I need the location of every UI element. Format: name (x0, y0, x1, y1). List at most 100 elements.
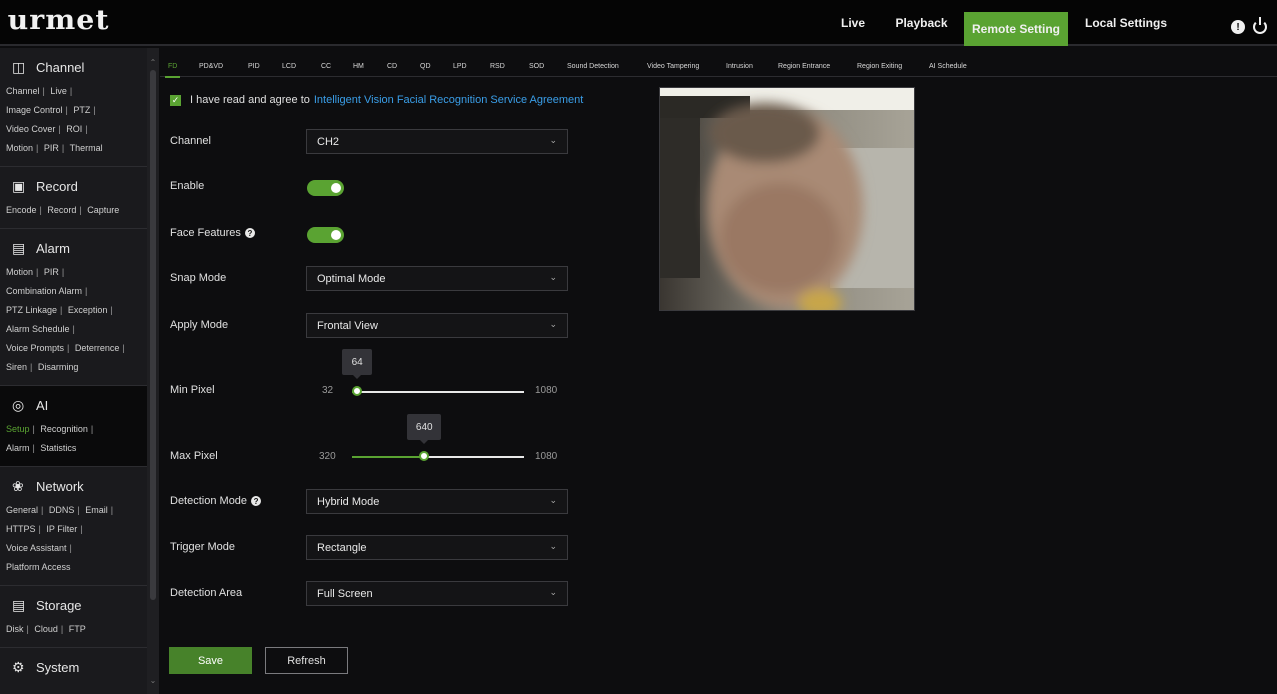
sidebar-link-live[interactable]: Live (50, 86, 67, 96)
sidebar-link-ddns[interactable]: DDNS (49, 505, 75, 515)
agreement-row: ✓ I have read and agree to Intelligent V… (170, 94, 583, 106)
sidebar-link-alarm[interactable]: Alarm (6, 443, 30, 453)
tab-intrusion[interactable]: Intrusion (726, 57, 753, 75)
chevron-up-icon[interactable]: ⌃ (148, 58, 158, 68)
tab-qd[interactable]: QD (420, 57, 431, 75)
snap-mode-select-value: Optimal Mode (317, 272, 386, 285)
camera-preview[interactable] (659, 87, 915, 311)
sidebar-heading-system[interactable]: ⚙ System (0, 654, 147, 680)
min-pixel-max: 1080 (535, 385, 558, 396)
tab-fd[interactable]: FD (168, 57, 177, 75)
sidebar-heading-channel[interactable]: ◫ Channel (0, 54, 147, 80)
sidebar-link-ptz-linkage[interactable]: PTZ Linkage (6, 305, 57, 315)
network-links: General | DDNS | Email | HTTPS | IP Filter | … (6, 505, 114, 572)
sidebar-link-alarm-schedule[interactable]: Alarm Schedule (6, 324, 70, 334)
nav-local-settings[interactable]: Local Settings (1078, 0, 1174, 46)
max-pixel-fill (352, 456, 425, 458)
channel-label: Channel (170, 135, 211, 147)
channel-select[interactable]: CH2 ⌄ (306, 129, 568, 154)
sidebar-link-setup[interactable]: Setup (6, 424, 30, 434)
sidebar-link-email[interactable]: Email (85, 505, 108, 515)
sidebar-link-encode[interactable]: Encode (6, 205, 37, 215)
sidebar-link-exception[interactable]: Exception (68, 305, 108, 315)
sidebar-link-roi[interactable]: ROI (66, 124, 82, 134)
enable-label: Enable (170, 180, 205, 192)
tab-region-exiting[interactable]: Region Exiting (857, 57, 902, 75)
help-icon[interactable]: ? (244, 228, 255, 238)
min-pixel-thumb[interactable] (352, 386, 363, 396)
tab-rsd[interactable]: RSD (490, 57, 505, 75)
sidebar-section-system: ⚙ System (0, 648, 147, 688)
tab-hm[interactable]: HM (353, 57, 364, 75)
min-pixel-track[interactable] (352, 391, 524, 393)
nav-remote-setting[interactable]: Remote Setting (964, 12, 1068, 46)
sidebar-heading-record[interactable]: ▣ Record (0, 173, 147, 199)
sidebar-link-deterrence[interactable]: Deterrence (75, 343, 120, 353)
tab-region-entrance[interactable]: Region Entrance (778, 57, 830, 75)
sidebar-heading-storage[interactable]: ▤ Storage (0, 592, 147, 618)
sidebar-link-motion[interactable]: Motion (6, 267, 33, 277)
face-features-toggle[interactable] (307, 227, 344, 243)
sidebar-link-image-control[interactable]: Image Control (6, 105, 63, 115)
detection-mode-select[interactable]: Hybrid Mode ⌄ (306, 489, 568, 514)
sidebar-link-ftp[interactable]: FTP (69, 624, 86, 634)
sidebar-heading-network[interactable]: ❀ Network (0, 473, 147, 499)
detection-area-select[interactable]: Full Screen ⌄ (306, 581, 568, 606)
sidebar-link-siren[interactable]: Siren (6, 362, 27, 372)
apply-mode-select[interactable]: Frontal View ⌄ (306, 313, 568, 338)
detection-area-label: Detection Area (170, 587, 243, 599)
save-button[interactable]: Save (169, 647, 252, 674)
sidebar-link-recognition[interactable]: Recognition (40, 424, 88, 434)
tab-sound-detection[interactable]: Sound Detection (567, 57, 619, 75)
sidebar-link-combination-alarm[interactable]: Combination Alarm (6, 286, 82, 296)
sidebar-link-voice-prompts[interactable]: Voice Prompts (6, 343, 64, 353)
sidebar-link-thermal[interactable]: Thermal (70, 143, 103, 153)
tab-lpd[interactable]: LPD (453, 57, 467, 75)
tab-cc[interactable]: CC (321, 57, 331, 75)
sidebar-link-general[interactable]: General (6, 505, 38, 515)
enable-toggle[interactable] (307, 180, 344, 196)
sidebar-heading-alarm[interactable]: ▤ Alarm (0, 235, 147, 261)
sidebar-link-channel[interactable]: Channel (6, 86, 40, 96)
network-icon: ❀ (12, 477, 24, 494)
chevron-down-icon[interactable]: ⌄ (148, 676, 158, 686)
tab-lcd[interactable]: LCD (282, 57, 296, 75)
sidebar-link-statistics[interactable]: Statistics (40, 443, 76, 453)
sidebar-link-record[interactable]: Record (47, 205, 76, 215)
nav-playback[interactable]: Playback (889, 0, 954, 46)
trigger-mode-select[interactable]: Rectangle ⌄ (306, 535, 568, 560)
sidebar-link-cloud[interactable]: Cloud (34, 624, 58, 634)
refresh-button[interactable]: Refresh (265, 647, 348, 674)
agreement-checkbox[interactable]: ✓ (170, 94, 181, 106)
sidebar-link-platform-access[interactable]: Platform Access (6, 562, 71, 572)
tab-cd[interactable]: CD (387, 57, 397, 75)
camera-preview-image (660, 88, 914, 310)
snap-mode-select[interactable]: Optimal Mode ⌄ (306, 266, 568, 291)
sidebar-link-ptz[interactable]: PTZ (73, 105, 90, 115)
sidebar-link-voice-assistant[interactable]: Voice Assistant (6, 543, 67, 553)
tab-sod[interactable]: SOD (529, 57, 544, 75)
max-pixel-thumb[interactable] (419, 451, 430, 461)
sidebar-link-https[interactable]: HTTPS (6, 524, 36, 534)
agreement-link[interactable]: Intelligent Vision Facial Recognition Se… (314, 94, 583, 106)
tab-pd-vd[interactable]: PD&VD (199, 57, 223, 75)
help-icon[interactable]: ? (251, 496, 262, 506)
sidebar-link-disarming[interactable]: Disarming (38, 362, 79, 372)
sidebar-heading-ai[interactable]: ◎ AI (0, 392, 147, 418)
snap-mode-label: Snap Mode (170, 272, 227, 284)
tab-video-tampering[interactable]: Video Tampering (647, 57, 699, 75)
sidebar-link-ip-filter[interactable]: IP Filter (46, 524, 77, 534)
max-pixel-label: Max Pixel (170, 450, 218, 462)
sidebar-link-motion[interactable]: Motion (6, 143, 33, 153)
sidebar-section-network: ❀ Network General | DDNS | Email | HTTPS | I… (0, 467, 147, 586)
nav-live[interactable]: Live (832, 0, 874, 46)
tab-pid[interactable]: PID (248, 57, 260, 75)
sidebar-link-disk[interactable]: Disk (6, 624, 24, 634)
sidebar-link-pir[interactable]: PIR (44, 267, 59, 277)
sidebar-scroll-thumb[interactable] (150, 70, 156, 600)
sidebar-link-capture[interactable]: Capture (87, 205, 119, 215)
info-icon[interactable]: ! (1231, 20, 1245, 34)
sidebar-link-video-cover[interactable]: Video Cover (6, 124, 55, 134)
tab-ai-schedule[interactable]: AI Schedule (929, 57, 967, 75)
sidebar-link-pir[interactable]: PIR (44, 143, 59, 153)
